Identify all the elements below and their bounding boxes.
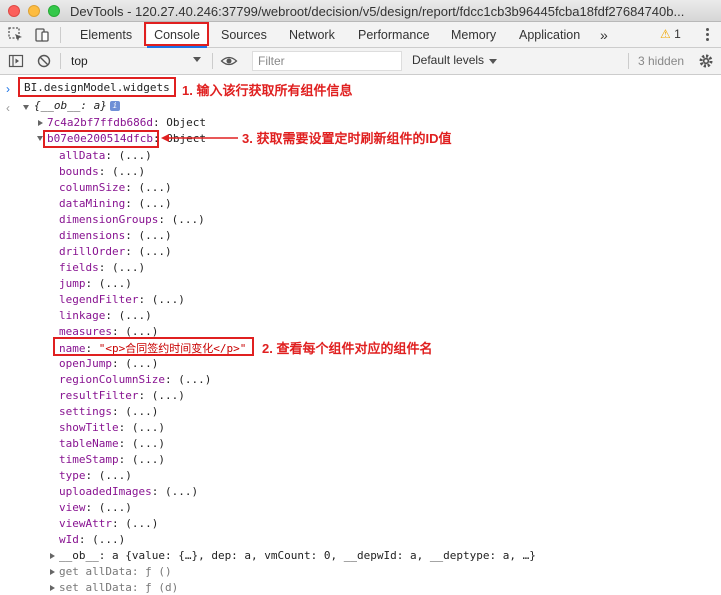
list-item[interactable]: jump: (...) [59, 277, 132, 290]
annotation-1: 1. 输入该行获取所有组件信息 [182, 83, 353, 98]
warnings-count: 1 [674, 27, 681, 41]
chevron-down-icon [193, 57, 201, 62]
inspect-element-icon[interactable] [7, 26, 25, 44]
list-item[interactable]: regionColumnSize: (...) [59, 373, 211, 386]
sidebar-toggle-icon[interactable] [7, 52, 25, 70]
list-item[interactable]: linkage: (...) [59, 309, 152, 322]
root-object-label: {__ob__: a} [34, 99, 107, 112]
live-expression-eye-icon[interactable] [220, 52, 238, 70]
log-levels-dropdown[interactable]: Default levels [412, 53, 484, 67]
widget-id-highlight [43, 130, 159, 148]
widget-type-1: : Object [152, 116, 206, 129]
widget-name-highlight [53, 337, 254, 356]
clear-console-icon[interactable] [35, 52, 53, 70]
widget-entry-1[interactable]: 7c4a2bf7ffdb686d: Object [47, 116, 206, 129]
info-icon: i [109, 101, 120, 111]
warnings-counter[interactable]: ⚠ 1 [660, 27, 681, 41]
tab-sources[interactable]: Sources [221, 22, 267, 48]
ob-property[interactable]: __ob__: a {value: {…}, dep: a, vmCount: … [59, 549, 536, 562]
list-item[interactable]: showTitle: (...) [59, 421, 165, 434]
tab-elements[interactable]: Elements [80, 22, 132, 48]
tab-network[interactable]: Network [289, 22, 335, 48]
console-tab-highlight [144, 22, 209, 46]
gear-icon[interactable] [697, 52, 715, 70]
devtools-tabbar: Elements Console Sources Network Perform… [0, 22, 721, 48]
list-item[interactable]: legendFilter: (...) [59, 293, 185, 306]
list-item[interactable]: wId: (...) [59, 533, 125, 546]
maximize-window-button[interactable] [48, 5, 60, 17]
annotation-3: 3. 获取需要设置定时刷新组件的ID值 [242, 131, 452, 146]
more-tabs-button[interactable]: » [600, 22, 608, 48]
window-titlebar: DevTools - 120.27.40.246:37799/webroot/d… [0, 0, 721, 22]
list-item[interactable]: dimensionGroups: (...) [59, 213, 205, 226]
expand-arrow-icon[interactable] [23, 105, 29, 110]
list-item[interactable]: openJump: (...) [59, 357, 158, 370]
list-item[interactable]: uploadedImages: (...) [59, 485, 198, 498]
list-item[interactable]: bounds: (...) [59, 165, 145, 178]
widget-id-1: 7c4a2bf7ffdb686d [47, 116, 153, 129]
result-chevron-icon: ‹ [6, 101, 10, 115]
hidden-messages-count: 3 hidden [638, 54, 685, 68]
list-item[interactable]: fields: (...) [59, 261, 145, 274]
list-item[interactable]: type: (...) [59, 469, 132, 482]
annotation-arrow [161, 134, 238, 142]
list-item[interactable]: columnSize: (...) [59, 181, 172, 194]
collapse-arrow-icon[interactable] [38, 120, 43, 126]
collapse-arrow-icon[interactable] [50, 569, 55, 575]
command-highlight [18, 77, 176, 97]
console-toolbar: top Filter Default levels 3 hidden [0, 48, 721, 75]
collapse-arrow-icon[interactable] [50, 553, 55, 559]
console-output: › BI.designModel.widgets 1. 输入该行获取所有组件信息… [0, 76, 721, 595]
list-item[interactable]: tableName: (...) [59, 437, 165, 450]
setter-property[interactable]: set allData: ƒ (d) [59, 581, 178, 594]
warning-icon: ⚠ [660, 27, 671, 41]
filter-input[interactable]: Filter [252, 51, 402, 71]
tab-memory[interactable]: Memory [451, 22, 496, 48]
list-item[interactable]: allData: (...) [59, 149, 152, 162]
getter-property[interactable]: get allData: ƒ () [59, 565, 172, 578]
more-options-icon[interactable] [700, 26, 714, 44]
list-item[interactable]: drillOrder: (...) [59, 245, 172, 258]
list-item[interactable]: dimensions: (...) [59, 229, 172, 242]
list-item[interactable]: dataMining: (...) [59, 197, 172, 210]
device-toolbar-icon[interactable] [33, 26, 51, 44]
tab-performance[interactable]: Performance [358, 22, 430, 48]
collapse-arrow-icon[interactable] [50, 585, 55, 591]
annotation-2: 2. 查看每个组件对应的组件名 [262, 341, 433, 356]
root-object[interactable]: {__ob__: a} i [34, 99, 120, 112]
minimize-window-button[interactable] [28, 5, 40, 17]
prompt-chevron-icon: › [6, 82, 10, 96]
list-item[interactable]: resultFilter: (...) [59, 389, 185, 402]
chevron-down-icon [489, 59, 497, 64]
window-title: DevTools - 120.27.40.246:37799/webroot/d… [70, 4, 685, 19]
list-item[interactable]: timeStamp: (...) [59, 453, 165, 466]
list-item[interactable]: viewAttr: (...) [59, 517, 158, 530]
list-item[interactable]: settings: (...) [59, 405, 158, 418]
close-window-button[interactable] [8, 5, 20, 17]
tab-application[interactable]: Application [519, 22, 580, 48]
list-item[interactable]: view: (...) [59, 501, 132, 514]
